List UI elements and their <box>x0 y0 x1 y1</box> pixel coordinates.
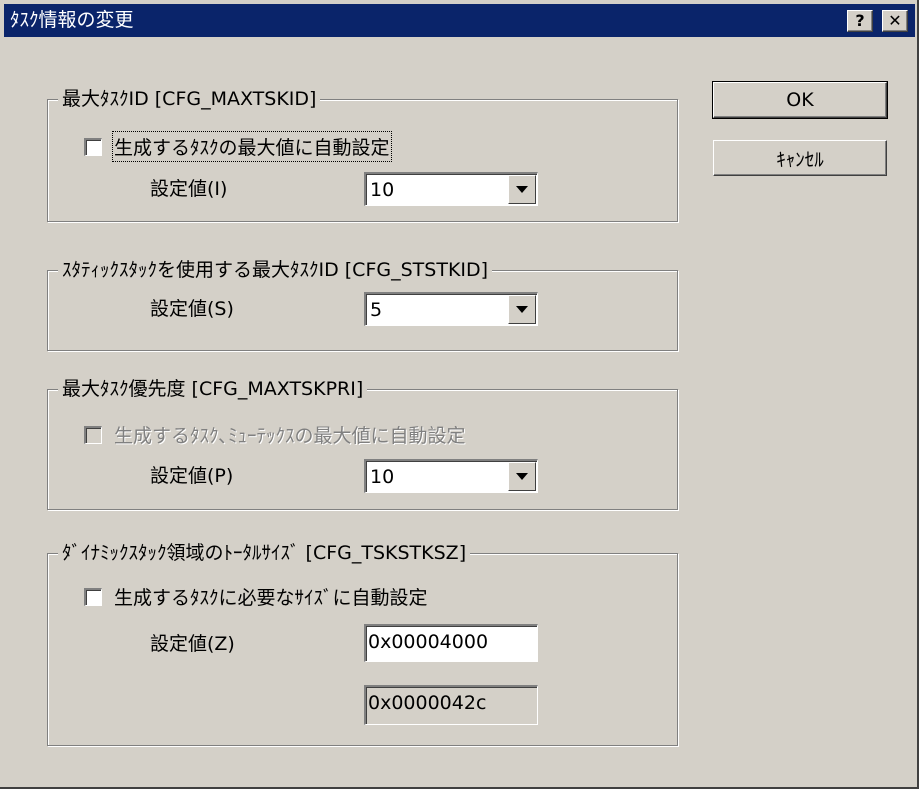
checkbox-box[interactable] <box>84 587 102 606</box>
cancel-button[interactable]: ｷｬﾝｾﾙ <box>713 140 887 176</box>
checkbox-label: 生成するﾀｽｸの最大値に自動設定 <box>112 131 392 162</box>
combobox-value: 5 <box>370 299 383 321</box>
dropdown-button[interactable] <box>508 175 536 204</box>
checkbox-label: 生成するﾀｽｸに必要なｻｲｽﾞに自動設定 <box>114 587 428 609</box>
combobox-value: 10 <box>370 466 395 488</box>
computed-stack-size-field: 0x0000042c <box>364 685 538 725</box>
computed-value: 0x0000042c <box>368 692 487 714</box>
chevron-down-icon <box>516 473 528 480</box>
group-max-priority: 最大ﾀｽｸ優先度 [CFG_MAXTSKPRI] 生成するﾀｽｸ､ﾐｭｰﾃｯｸｽ… <box>47 376 678 510</box>
window-title: ﾀｽｸ情報の変更 <box>10 9 134 31</box>
group-legend-max-task-id: 最大ﾀｽｸID [CFG_MAXTSKID] <box>58 86 321 112</box>
auto-set-max-task-id-checkbox[interactable]: 生成するﾀｽｸの最大値に自動設定 <box>84 131 392 162</box>
dropdown-button[interactable] <box>508 295 536 324</box>
max-priority-value-label: 設定値(P) <box>150 465 234 487</box>
task-info-dialog: ﾀｽｸ情報の変更 ? ✕ 最大ﾀｽｸID [CFG_MAXTSKID] 生成する… <box>0 0 919 789</box>
dropdown-button[interactable] <box>508 462 536 491</box>
help-button[interactable]: ? <box>847 10 873 32</box>
input-value: 0x00004000 <box>368 631 489 653</box>
checkbox-label: 生成するﾀｽｸ､ﾐｭｰﾃｯｸｽの最大値に自動設定 <box>114 425 466 447</box>
group-max-task-id: 最大ﾀｽｸID [CFG_MAXTSKID] 生成するﾀｽｸの最大値に自動設定 … <box>47 86 678 222</box>
checkbox-box[interactable] <box>84 137 102 156</box>
checkbox-box <box>84 425 102 444</box>
title-bar[interactable]: ﾀｽｸ情報の変更 ? ✕ <box>4 4 915 37</box>
max-priority-combobox[interactable]: 10 <box>364 459 538 493</box>
chevron-down-icon <box>516 306 528 313</box>
auto-set-stack-size-checkbox[interactable]: 生成するﾀｽｸに必要なｻｲｽﾞに自動設定 <box>84 583 428 610</box>
auto-set-max-priority-checkbox: 生成するﾀｽｸ､ﾐｭｰﾃｯｸｽの最大値に自動設定 <box>84 421 466 448</box>
group-legend-dynamic-stack: ﾀﾞｲﾅﾐｯｸｽﾀｯｸ領域のﾄｰﾀﾙｻｲｽﾞ [CFG_TSKSTKSZ] <box>58 540 471 566</box>
max-task-id-value-label: 設定値(I) <box>150 178 228 200</box>
ok-button[interactable]: OK <box>712 81 888 119</box>
group-dynamic-stack: ﾀﾞｲﾅﾐｯｸｽﾀｯｸ領域のﾄｰﾀﾙｻｲｽﾞ [CFG_TSKSTKSZ] 生成… <box>47 540 678 746</box>
chevron-down-icon <box>516 186 528 193</box>
group-legend-static-stack: ｽﾀﾃｨｯｸｽﾀｯｸを使用する最大ﾀｽｸID [CFG_STSTKID] <box>58 257 493 283</box>
close-button[interactable]: ✕ <box>882 10 908 32</box>
help-icon: ? <box>855 11 865 30</box>
static-stack-value-label: 設定値(S) <box>150 298 234 320</box>
group-legend-max-priority: 最大ﾀｽｸ優先度 [CFG_MAXTSKPRI] <box>58 376 368 402</box>
stack-size-value-label: 設定値(Z) <box>150 633 235 655</box>
group-static-stack: ｽﾀﾃｨｯｸｽﾀｯｸを使用する最大ﾀｽｸID [CFG_STSTKID] 設定値… <box>47 257 678 351</box>
close-icon: ✕ <box>888 11 902 30</box>
max-task-id-combobox[interactable]: 10 <box>364 172 538 206</box>
combobox-value: 10 <box>370 179 395 201</box>
static-stack-combobox[interactable]: 5 <box>364 292 538 326</box>
stack-size-input[interactable]: 0x00004000 <box>364 624 538 662</box>
